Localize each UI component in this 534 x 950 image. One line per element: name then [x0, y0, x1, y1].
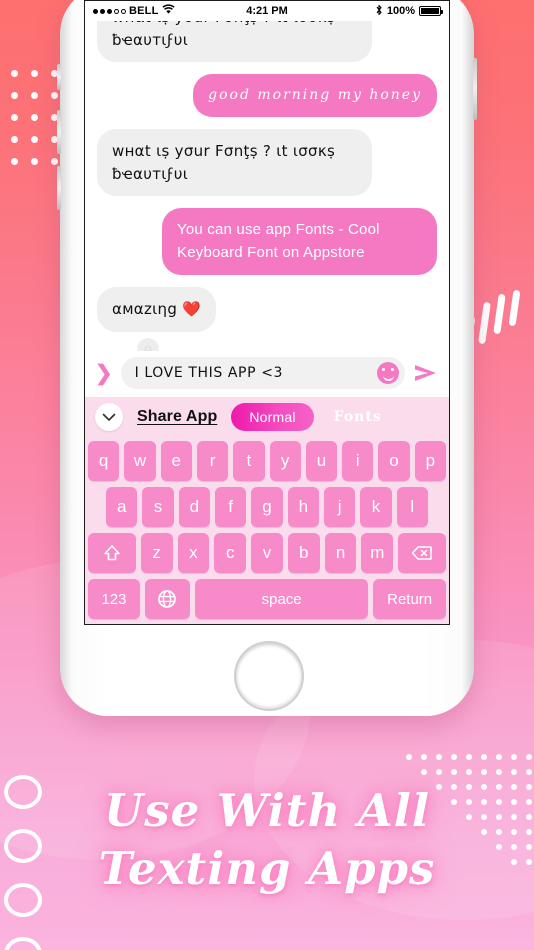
message-input-bar: ❯ I LOVE THIS APP <3 — [85, 351, 449, 397]
keyboard-toolbar: Share App Normal Fonts — [85, 397, 449, 437]
promo-caption: Use With All Texting Apps — [0, 782, 534, 897]
globe-icon[interactable] — [144, 579, 191, 619]
chat-message-list[interactable]: ᴡнαt ιṣ yσur Fσnţṣ ? ιt ισσκṣ ƀҽαυтιϝυι g… — [85, 21, 449, 351]
key-t[interactable]: t — [233, 441, 265, 481]
promo-caption-line-1: Use With All — [104, 784, 430, 837]
key-b[interactable]: b — [287, 533, 320, 573]
status-bar-right: 100% — [375, 4, 443, 19]
volume-down-button[interactable] — [57, 166, 61, 210]
background-dot-grid-left — [4, 62, 64, 172]
key-c[interactable]: c — [214, 533, 247, 573]
key-w[interactable]: w — [124, 441, 156, 481]
key-p[interactable]: p — [414, 441, 446, 481]
key-a[interactable]: a — [106, 487, 138, 527]
key-y[interactable]: y — [269, 441, 301, 481]
key-n[interactable]: n — [324, 533, 357, 573]
bluetooth-icon — [375, 4, 383, 19]
message-input-value: I LOVE THIS APP <3 — [134, 365, 284, 381]
font-mode-pill[interactable]: Normal — [231, 403, 314, 431]
message-input-field[interactable]: I LOVE THIS APP <3 — [120, 357, 405, 389]
received-message-bubble[interactable]: ᴡнαt ιṣ yσur Fσnţṣ ? ιt ισσκṣ ƀҽαυтιϝυι — [97, 21, 372, 62]
key-u[interactable]: u — [305, 441, 338, 481]
silent-switch[interactable] — [57, 64, 61, 90]
volume-up-button[interactable] — [57, 110, 61, 154]
key-x[interactable]: x — [177, 533, 210, 573]
chat-message-row: ᴡнαt ιṣ yσur Fσnţṣ ? ιt ισσκṣ ƀҽαυтιϝυι — [97, 21, 437, 62]
return-key[interactable]: Return — [373, 579, 446, 619]
chat-message-row: αмαzιηg ❤️ — [97, 287, 437, 332]
sent-message-bubble[interactable]: good morning my honey — [193, 74, 437, 117]
sent-message-bubble[interactable]: You can use app Fonts - Cool Keyboard Fo… — [162, 208, 437, 275]
chevron-right-icon[interactable]: ❯ — [93, 363, 115, 384]
space-key[interactable]: space — [195, 579, 369, 619]
key-g[interactable]: g — [251, 487, 283, 527]
key-i[interactable]: i — [342, 441, 374, 481]
keyboard-row-3: zxcvbnm — [88, 533, 446, 573]
key-h[interactable]: h — [287, 487, 319, 527]
key-s[interactable]: s — [142, 487, 174, 527]
battery-icon — [419, 6, 443, 16]
battery-percent-label: 100% — [386, 5, 415, 17]
keyboard-row-1: qwertyuiop — [88, 441, 446, 481]
key-e[interactable]: e — [160, 441, 192, 481]
send-arrow-icon[interactable] — [411, 359, 441, 387]
status-bar: BELL 4:21 PM 100% — [85, 1, 449, 21]
home-button[interactable] — [234, 641, 304, 711]
key-r[interactable]: r — [196, 441, 229, 481]
key-f[interactable]: f — [215, 487, 247, 527]
chat-message-row: good morning my honey — [97, 74, 437, 117]
key-d[interactable]: d — [178, 487, 210, 527]
on-screen-keyboard: qwertyuiop asdfghjkl zxcvbnm 123 space R… — [85, 437, 449, 624]
key-l[interactable]: l — [396, 487, 428, 527]
power-button[interactable] — [473, 58, 477, 120]
share-app-button[interactable]: Share App — [137, 408, 217, 426]
phone-mockup: BELL 4:21 PM 100% ƀҽαυтιϝυι good morning… — [57, 0, 477, 716]
message-read-avatar: ☺ — [137, 337, 159, 351]
fonts-label[interactable]: Fonts — [334, 409, 382, 425]
keyboard-row-2: asdfghjkl — [88, 487, 446, 527]
smiley-face-icon[interactable] — [377, 362, 399, 384]
shift-key[interactable] — [88, 533, 136, 573]
numbers-key[interactable]: 123 — [88, 579, 140, 619]
received-message-bubble[interactable]: ᴡнαt ιṣ yσur Fσnţṣ ? ιt ισσκṣ ƀҽαυтιϝυι — [97, 129, 372, 196]
key-o[interactable]: o — [378, 441, 410, 481]
key-j[interactable]: j — [323, 487, 356, 527]
keyboard-row-4: 123 space Return — [88, 579, 446, 619]
app-screenshot: BELL 4:21 PM 100% ƀҽαυтιϝυι good morning… — [0, 0, 534, 950]
chat-message-row: ᴡнαt ιṣ yσur Fσnţṣ ? ιt ισσκṣ ƀҽαυтιϝυι — [97, 129, 437, 196]
backspace-key[interactable] — [398, 533, 446, 573]
chevron-down-icon[interactable] — [95, 403, 123, 431]
key-q[interactable]: q — [88, 441, 120, 481]
key-z[interactable]: z — [140, 533, 173, 573]
key-m[interactable]: m — [361, 533, 394, 573]
chat-message-row: You can use app Fonts - Cool Keyboard Fo… — [97, 208, 437, 275]
received-message-bubble[interactable]: αмαzιηg ❤️ — [97, 287, 217, 332]
phone-screen: BELL 4:21 PM 100% ƀҽαυтιϝυι good morning… — [84, 0, 450, 625]
key-v[interactable]: v — [251, 533, 283, 573]
key-k[interactable]: k — [360, 487, 392, 527]
promo-caption-line-2: Texting Apps — [98, 841, 436, 895]
